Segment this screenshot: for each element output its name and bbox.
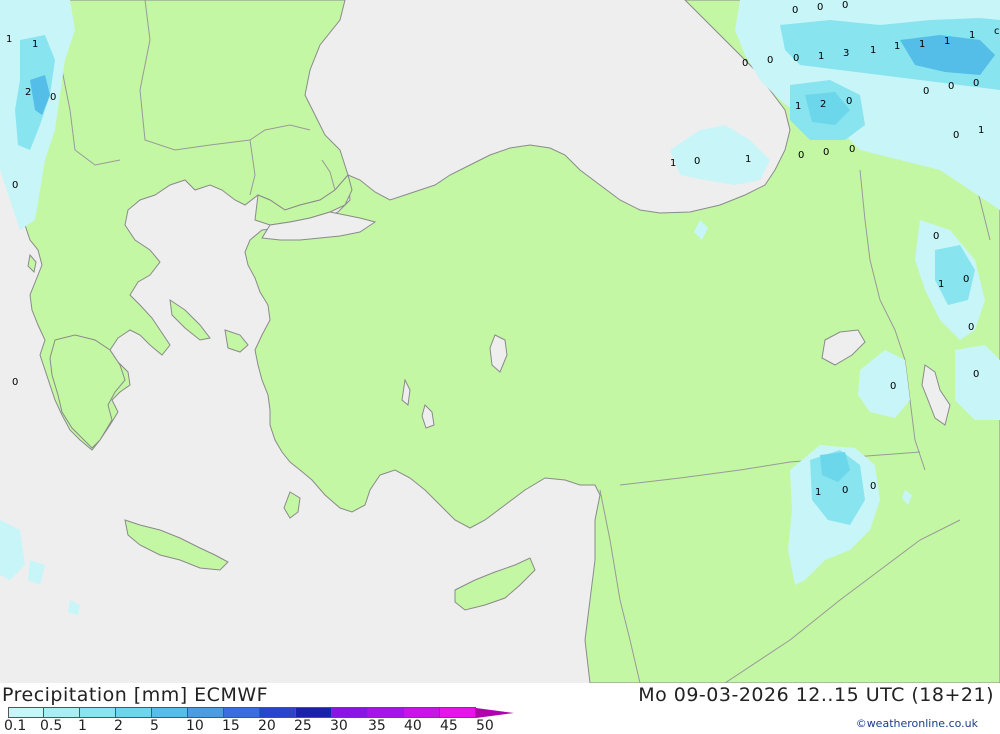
map-value-label: 1 [938, 279, 944, 290]
product-title: Precipitation [mm] ECMWF [2, 684, 269, 706]
legend-swatch [188, 707, 224, 718]
map-value-label: 0 [12, 377, 18, 388]
map-value-label: 0 [823, 147, 829, 158]
rhodes-land [283, 491, 301, 519]
legend-label: 20 [258, 718, 276, 734]
legend-swatch [404, 707, 440, 718]
map-value-label: 2 [25, 87, 31, 98]
map-value-label: 1 [919, 39, 925, 50]
map-value-label: 0 [50, 92, 56, 103]
legend-swatch [8, 707, 44, 718]
precipitation-map[interactable]: 0 0 0 1 1 2 0 0 0 0 0 1 3 1 1 1 1 1 c 0 0 0 1 2 0 0 1 1 0 1 0 0 0 0 1 0 0 0 0 1… [0, 0, 1000, 683]
legend-label: 40 [404, 718, 422, 734]
precip-small-1 [28, 560, 45, 585]
map-canvas: 0 0 0 1 1 2 0 0 0 0 0 1 3 1 1 1 1 1 c 0 0 0 1 2 0 0 1 1 0 1 0 0 0 0 1 0 0 0 0 1… [0, 0, 1000, 683]
map-value-label: 1 [894, 41, 900, 52]
precip-black-sea-east [670, 125, 770, 185]
lesbos-land [224, 329, 249, 353]
crete-land [124, 519, 229, 571]
map-value-label: 0 [12, 180, 18, 191]
legend-swatch [296, 707, 332, 718]
legend-label: 0.5 [40, 718, 63, 734]
map-value-label: 0 [842, 485, 848, 496]
map-value-label: 0 [798, 150, 804, 161]
legend-label: 15 [222, 718, 240, 734]
legend-labels: 0.1 0.5 1 2 5 10 15 20 25 30 35 40 45 50 [0, 718, 520, 734]
map-value-label: 0 [963, 274, 969, 285]
map-value-label: 0 [933, 231, 939, 242]
map-value-label: 1 [815, 487, 821, 498]
map-value-label: 0 [767, 55, 773, 66]
precip-small-2 [68, 600, 80, 615]
legend-swatch [332, 707, 368, 718]
legend-arrow [476, 708, 514, 718]
legend-label: 45 [440, 718, 458, 734]
legend-label: 35 [368, 718, 386, 734]
map-value-label: 0 [742, 58, 748, 69]
legend-swatch [368, 707, 404, 718]
map-value-label: 0 [694, 156, 700, 167]
map-value-label: 0 [842, 0, 848, 11]
map-value-label: 0 [923, 86, 929, 97]
legend-label: 10 [186, 718, 204, 734]
map-value-label: 0 [890, 381, 896, 392]
map-value-label: 0 [973, 78, 979, 89]
legend-swatch [224, 707, 260, 718]
map-value-label: 0 [817, 2, 823, 13]
precip-sw-corner [0, 520, 25, 580]
legend-swatch [440, 707, 476, 718]
legend-label: 1 [78, 718, 87, 734]
legend-label: 2 [114, 718, 123, 734]
legend-label: 0.1 [4, 718, 27, 734]
legend-swatch [44, 707, 80, 718]
corfu-land [27, 253, 37, 274]
map-value-label: 1 [6, 34, 12, 45]
map-value-label: 3 [843, 48, 849, 59]
euboea-land [169, 298, 211, 341]
map-value-label: 1 [795, 101, 801, 112]
map-value-label: 0 [793, 53, 799, 64]
legend-label: 25 [294, 718, 312, 734]
map-value-label: 1 [870, 45, 876, 56]
legend-swatch [260, 707, 296, 718]
credit-link[interactable]: ©weatheronline.co.uk [856, 717, 978, 730]
legend-swatch [80, 707, 116, 718]
cyprus-land [454, 557, 536, 611]
map-value-label: 1 [978, 125, 984, 136]
legend-label: 50 [476, 718, 494, 734]
map-footer: Precipitation [mm] ECMWF Mo 09-03-2026 1… [0, 683, 1000, 734]
valid-time: Mo 09-03-2026 12..15 UTC (18+21) [638, 684, 994, 706]
map-value-label: 0 [792, 5, 798, 16]
map-value-label: 2 [820, 99, 826, 110]
map-value-label: 1 [969, 30, 975, 41]
legend-swatch [116, 707, 152, 718]
legend-swatch [152, 707, 188, 718]
legend-label: 5 [150, 718, 159, 734]
legend-label: 30 [330, 718, 348, 734]
map-value-label: 1 [818, 51, 824, 62]
map-value-label: 0 [846, 96, 852, 107]
map-value-label: c [994, 26, 1000, 37]
peloponnese-land [49, 334, 126, 449]
map-value-label: 1 [944, 36, 950, 47]
map-value-label: 0 [870, 481, 876, 492]
map-value-label: 1 [32, 39, 38, 50]
map-value-label: 0 [973, 369, 979, 380]
map-value-label: 0 [953, 130, 959, 141]
map-value-label: 0 [948, 81, 954, 92]
map-value-label: 1 [670, 158, 676, 169]
map-value-label: 0 [849, 144, 855, 155]
map-value-label: 0 [968, 322, 974, 333]
map-value-label: 1 [745, 154, 751, 165]
